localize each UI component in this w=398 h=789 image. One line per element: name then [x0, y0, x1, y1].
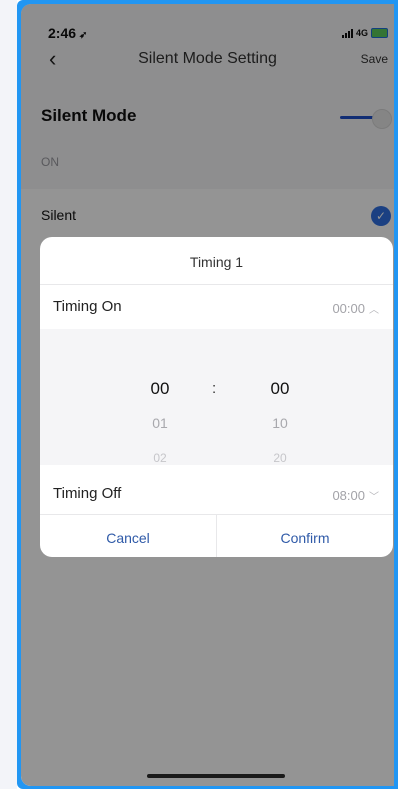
hour-option[interactable]: 01	[130, 415, 190, 431]
timing-dialog: Timing 1 Timing On 00:00 ︿ 00 01 02 : 00 …	[40, 237, 393, 557]
timing-off-value[interactable]: 08:00 ﹀	[332, 488, 379, 503]
minute-option[interactable]: 20	[250, 451, 310, 465]
home-indicator	[147, 774, 285, 778]
cancel-button[interactable]: Cancel	[40, 530, 216, 546]
timing-on-time: 00:00	[332, 301, 365, 316]
chevron-down-icon: ﹀	[369, 492, 379, 503]
minute-option[interactable]: 10	[250, 415, 310, 431]
hour-option[interactable]: 02	[130, 451, 190, 465]
timing-off-label[interactable]: Timing Off	[53, 485, 121, 502]
timing-off-time: 08:00	[332, 488, 365, 503]
phone-screen: 2:46 ➶ 4G ‹ Silent Mode Setting Save Sile…	[21, 4, 394, 786]
confirm-button[interactable]: Confirm	[217, 530, 393, 546]
timing-on-label[interactable]: Timing On	[53, 298, 122, 315]
timing-on-value[interactable]: 00:00 ︿	[332, 301, 379, 316]
chevron-up-icon: ︿	[369, 305, 379, 316]
time-picker[interactable]: 00 01 02 : 00 10 20	[40, 329, 393, 465]
hour-selected[interactable]: 00	[130, 379, 190, 399]
dialog-title: Timing 1	[189, 254, 244, 270]
background-strip	[0, 0, 17, 789]
time-separator: :	[212, 380, 217, 397]
divider	[40, 284, 393, 285]
minute-selected[interactable]: 00	[250, 379, 310, 399]
